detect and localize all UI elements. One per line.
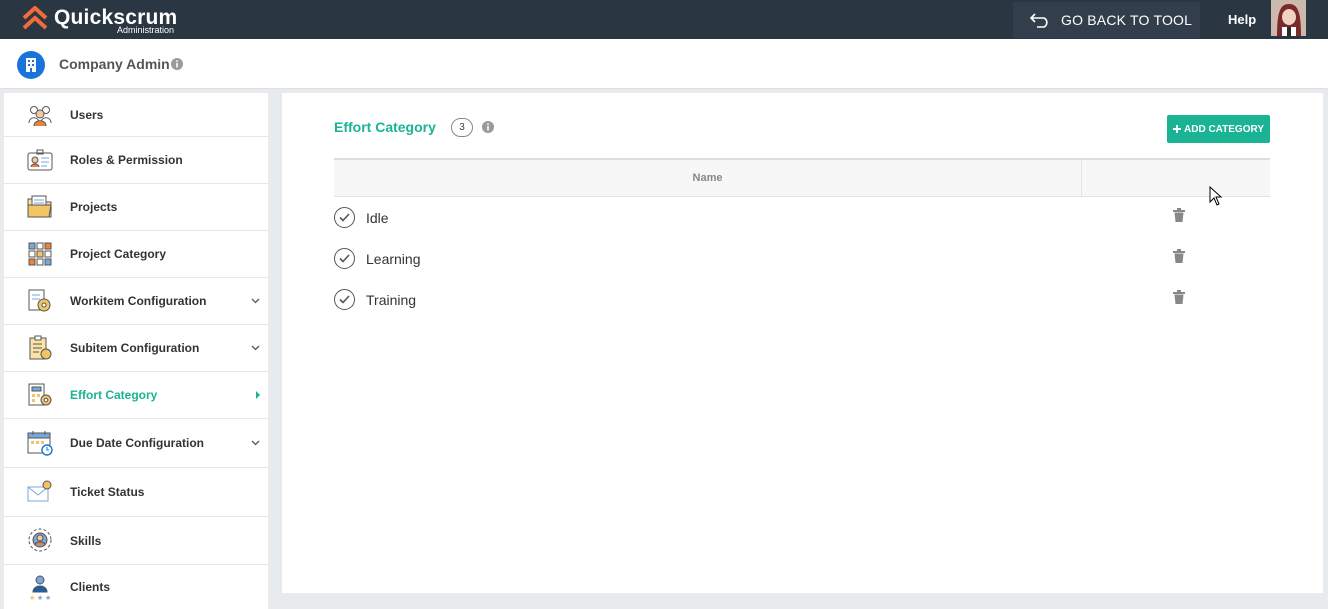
- svg-text:★: ★: [37, 594, 43, 601]
- users-icon: [28, 106, 52, 127]
- add-category-button[interactable]: ADD CATEGORY: [1167, 115, 1270, 143]
- check-circle-icon[interactable]: [334, 248, 355, 269]
- sidebar-item-due-date-configuration[interactable]: Due Date Configuration: [4, 419, 268, 468]
- check-circle-icon[interactable]: [334, 207, 355, 228]
- sidebar: Users Roles & Permission Projects Projec…: [4, 93, 268, 609]
- sidebar-item-label: Users: [70, 107, 104, 122]
- table-row: Learning: [334, 244, 1270, 274]
- calendar-clock-icon: [27, 431, 53, 456]
- skill-gear-icon: [28, 528, 52, 552]
- add-category-label: ADD CATEGORY: [1184, 123, 1264, 135]
- column-header-name[interactable]: Name: [334, 160, 1082, 197]
- gear-document-icon: [28, 289, 51, 312]
- plus-icon: [1173, 125, 1181, 133]
- sidebar-item-label: Projects: [70, 200, 118, 214]
- user-avatar[interactable]: [1271, 0, 1306, 36]
- chevron-down-icon[interactable]: [251, 298, 260, 304]
- info-icon[interactable]: [171, 58, 183, 70]
- id-card-icon: [27, 149, 53, 171]
- company-admin-label: Company Admin: [59, 56, 170, 72]
- envelope-icon: [27, 480, 52, 502]
- chevron-down-icon[interactable]: [251, 440, 260, 446]
- sidebar-item-label: Clients: [70, 580, 111, 594]
- logo-chevron-icon: [22, 6, 48, 30]
- sidebar-item-label: Effort Category: [70, 388, 158, 402]
- sidebar-item-project-category[interactable]: Project Category: [4, 231, 268, 278]
- brand-subtitle: Administration: [117, 25, 175, 35]
- category-name: Training: [366, 292, 417, 308]
- table-row: Idle: [334, 203, 1270, 233]
- folder-icon: [27, 195, 52, 218]
- calculator-gear-icon: [28, 383, 52, 406]
- trash-icon[interactable]: [1173, 249, 1185, 263]
- sidebar-item-label: Skills: [70, 533, 102, 548]
- building-icon: [17, 51, 45, 79]
- go-back-label: GO BACK TO TOOL: [1061, 12, 1193, 28]
- sidebar-item-projects[interactable]: Projects: [4, 184, 268, 231]
- avatar-image-icon: [1271, 0, 1306, 36]
- trash-icon[interactable]: [1173, 290, 1185, 304]
- category-name: Idle: [366, 210, 389, 226]
- active-indicator-icon: [256, 391, 260, 399]
- sidebar-item-users[interactable]: Users: [4, 93, 268, 137]
- sidebar-item-label: Subitem Configuration: [70, 341, 200, 355]
- chevron-down-icon[interactable]: [251, 345, 260, 351]
- sidebar-item-label: Project Category: [70, 247, 167, 261]
- sidebar-item-label: Due Date Configuration: [70, 436, 204, 450]
- sidebar-item-ticket-status[interactable]: Ticket Status: [4, 468, 268, 517]
- svg-text:★: ★: [29, 594, 35, 601]
- category-name: Learning: [366, 251, 421, 267]
- sidebar-item-label: Workitem Configuration: [70, 294, 207, 308]
- sidebar-item-effort-category[interactable]: Effort Category: [4, 372, 268, 419]
- sidebar-item-skills[interactable]: Skills: [4, 517, 268, 565]
- sidebar-item-label: Roles & Permission: [70, 153, 183, 167]
- checklist-icon: [29, 335, 52, 360]
- count-badge: 3: [451, 118, 473, 137]
- mouse-cursor-icon: [1209, 186, 1223, 206]
- sidebar-item-workitem-configuration[interactable]: Workitem Configuration: [4, 278, 268, 325]
- company-bar: Company Admin: [0, 39, 1328, 89]
- go-back-to-tool-button[interactable]: GO BACK TO TOOL: [1013, 2, 1200, 38]
- page-title: Effort Category: [334, 119, 436, 135]
- sidebar-item-label: Ticket Status: [70, 485, 145, 499]
- sidebar-item-clients[interactable]: ★ ★ ★ Clients: [4, 565, 268, 609]
- svg-text:★: ★: [45, 594, 51, 601]
- table-header: Name: [334, 158, 1270, 197]
- trash-icon[interactable]: [1173, 208, 1185, 222]
- sidebar-item-subitem-configuration[interactable]: Subitem Configuration: [4, 325, 268, 372]
- sidebar-item-roles-permission[interactable]: Roles & Permission: [4, 137, 268, 184]
- back-arrow-icon: [1029, 13, 1048, 28]
- main-panel: Effort Category 3 ADD CATEGORY Name Idle…: [282, 93, 1323, 593]
- table-row: Training: [334, 285, 1270, 315]
- grid-icon: [28, 242, 52, 266]
- top-bar: Quickscrum Administration GO BACK TO TOO…: [0, 0, 1328, 39]
- check-circle-icon[interactable]: [334, 289, 355, 310]
- client-icon: ★ ★ ★: [29, 575, 51, 601]
- info-icon[interactable]: [482, 121, 494, 133]
- help-link[interactable]: Help: [1228, 12, 1256, 27]
